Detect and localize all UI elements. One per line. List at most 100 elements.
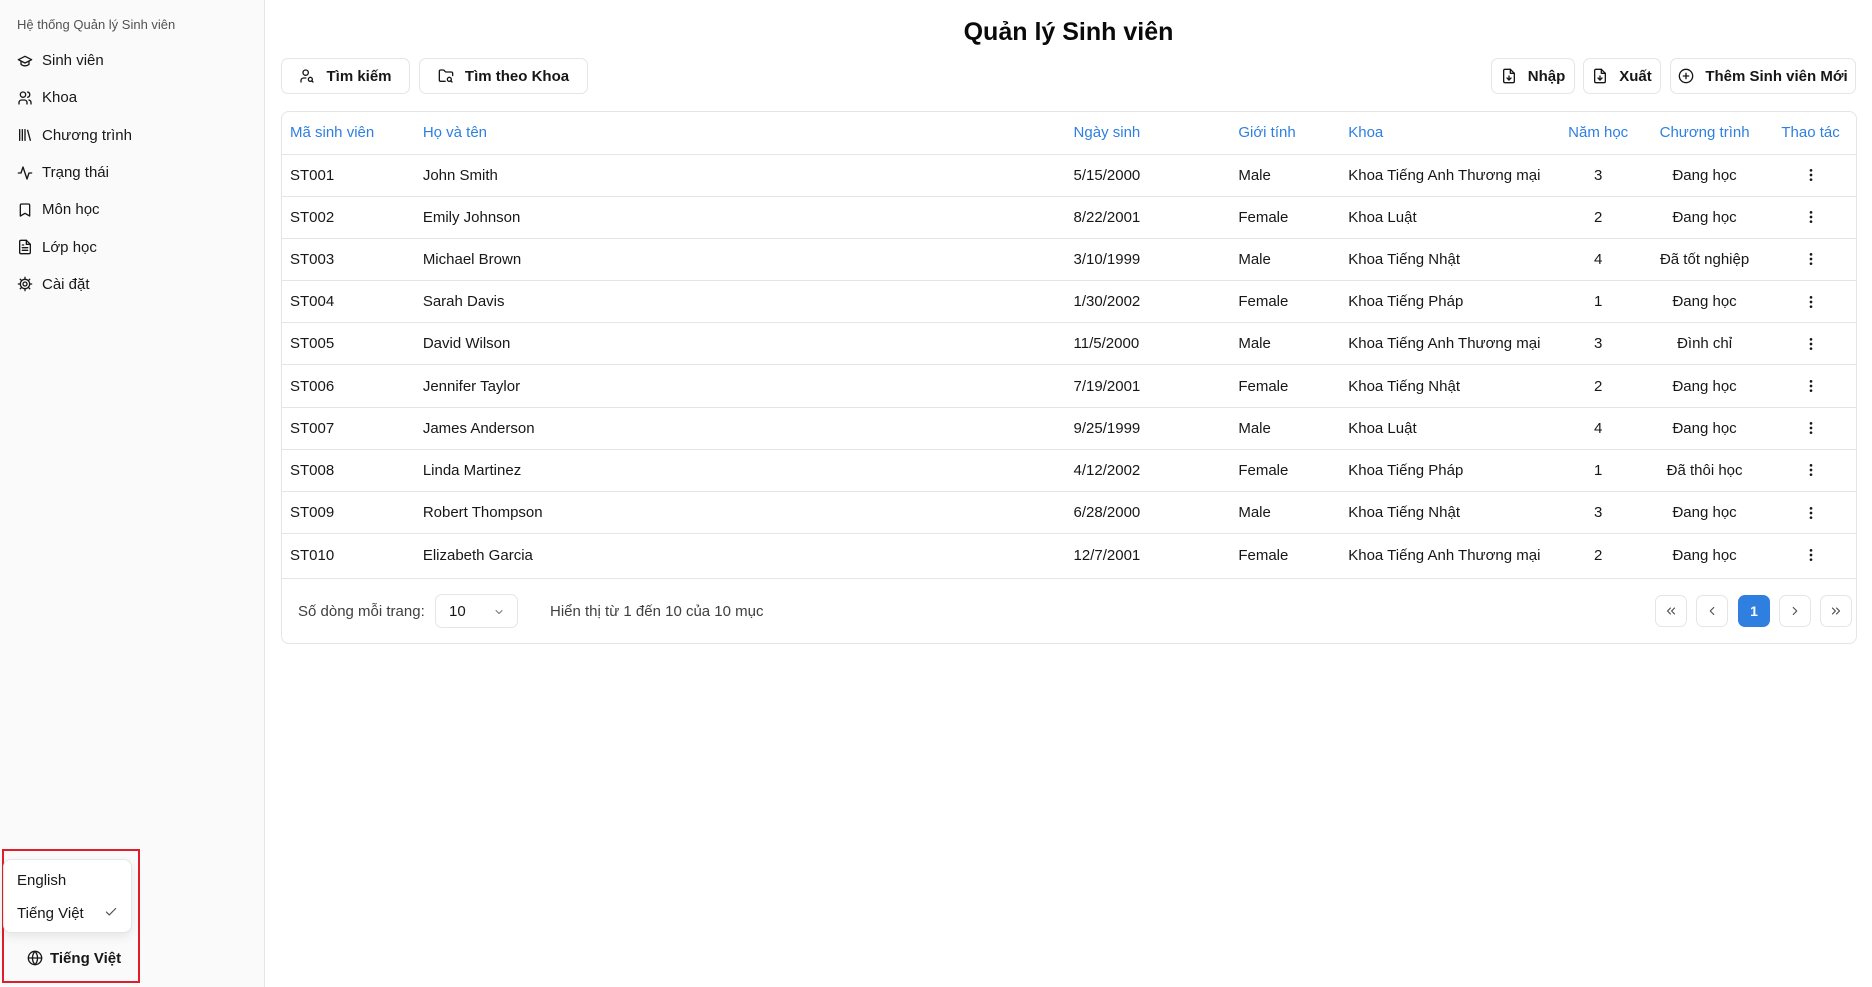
name-cell: Jennifer Taylor xyxy=(422,377,521,395)
name-cell: David Wilson xyxy=(422,335,511,353)
add-student-button[interactable]: Thêm Sinh viên Mới xyxy=(1670,58,1856,94)
actions-cell xyxy=(1765,196,1856,238)
birth-date-cell: 12/7/2001 xyxy=(1073,546,1141,564)
column-header-full-name[interactable]: Họ và tên xyxy=(415,112,1066,154)
table-body: ST001 John Smith 5/15/2000 Male Khoa Tiếng A… xyxy=(282,154,1856,576)
chevron-left-icon xyxy=(1709,606,1715,616)
chevron-down-icon xyxy=(495,610,503,614)
faculty-cell: Khoa Luật xyxy=(1348,208,1417,226)
faculty-cell: Khoa Tiếng Anh Thương mại xyxy=(1348,166,1541,184)
page-title: Quản lý Sinh viên xyxy=(963,18,1174,46)
more-vertical-icon xyxy=(1809,211,1812,224)
column-header-year[interactable]: Năm học xyxy=(1552,112,1644,154)
sidebar-item-label: Chương trình xyxy=(42,126,132,144)
row-actions-button[interactable] xyxy=(1796,371,1826,401)
actions-cell xyxy=(1765,154,1856,196)
table-row: ST004 Sarah Davis 1/30/2002 Female Khoa Tiến… xyxy=(282,280,1856,323)
column-header-program-status[interactable]: Chương trình xyxy=(1644,112,1765,154)
first-page-button[interactable] xyxy=(1655,595,1687,627)
check-icon xyxy=(104,905,118,923)
row-actions-button[interactable] xyxy=(1796,244,1826,274)
file-export-icon xyxy=(1594,68,1607,84)
export-button[interactable]: Xuất xyxy=(1583,58,1661,94)
table-row: ST001 John Smith 5/15/2000 Male Khoa Tiếng A… xyxy=(282,154,1856,196)
sidebar-item-label: Môn học xyxy=(42,201,100,219)
activity-icon xyxy=(17,165,33,181)
users-icon xyxy=(17,90,33,106)
language-option-english[interactable]: English xyxy=(8,864,127,897)
file-import-icon xyxy=(1502,68,1515,84)
sidebar-item-students[interactable]: Sinh viên xyxy=(10,42,250,79)
sidebar-nav: Sinh viên Khoa Chương trình Trạng thái M… xyxy=(10,42,250,303)
graduation-cap-icon xyxy=(17,53,33,69)
row-actions-button[interactable] xyxy=(1796,498,1826,528)
status-cell: Đang học xyxy=(1672,293,1737,311)
search-by-faculty-button[interactable]: Tìm theo Khoa xyxy=(419,58,588,94)
students-table: Mã sinh viên Họ và tên Ngày sinh Giới tính K… xyxy=(282,112,1856,576)
row-actions-button[interactable] xyxy=(1796,160,1826,190)
gender-cell: Male xyxy=(1238,250,1271,268)
last-page-button[interactable] xyxy=(1820,595,1852,627)
language-option-label: English xyxy=(17,872,67,889)
sidebar-item-status[interactable]: Trạng thái xyxy=(10,154,250,191)
year-cell: 2 xyxy=(1593,208,1603,226)
next-page-button[interactable] xyxy=(1779,595,1811,627)
more-vertical-icon xyxy=(1809,295,1812,308)
faculty-cell: Khoa Tiếng Anh Thương mại xyxy=(1348,335,1541,353)
export-button-label: Xuất xyxy=(1619,67,1652,85)
import-button-label: Nhập xyxy=(1527,67,1566,85)
gender-cell: Female xyxy=(1238,461,1289,479)
student-id-cell: ST006 xyxy=(290,377,335,395)
column-header-actions[interactable]: Thao tác xyxy=(1765,112,1856,154)
student-id-cell: ST002 xyxy=(290,208,335,226)
table-row: ST009 Robert Thompson 6/28/2000 Male Khoa Ti… xyxy=(282,491,1856,534)
sidebar-item-subjects[interactable]: Môn học xyxy=(10,191,250,228)
language-option-vietnamese[interactable]: Tiếng Việt xyxy=(8,897,127,930)
column-header-faculty[interactable]: Khoa xyxy=(1340,112,1552,154)
table-row: ST010 Elizabeth Garcia 12/7/2001 Female Khoa… xyxy=(282,533,1856,576)
rows-per-page-value: 10 xyxy=(449,602,466,620)
page-button-current[interactable]: 1 xyxy=(1738,595,1770,627)
status-cell: Đang học xyxy=(1672,208,1737,226)
import-button[interactable]: Nhập xyxy=(1491,58,1575,94)
sidebar-item-classes[interactable]: Lớp học xyxy=(10,228,250,265)
sidebar-item-programs[interactable]: Chương trình xyxy=(10,117,250,154)
column-header-birth-date[interactable]: Ngày sinh xyxy=(1066,112,1231,154)
actions-cell xyxy=(1765,407,1856,449)
table-header-row: Mã sinh viên Họ và tên Ngày sinh Giới tính K… xyxy=(282,112,1856,154)
column-header-gender[interactable]: Giới tính xyxy=(1230,112,1340,154)
column-header-student-id[interactable]: Mã sinh viên xyxy=(282,112,415,154)
search-button[interactable]: Tìm kiếm xyxy=(281,58,410,94)
table-row: ST006 Jennifer Taylor 7/19/2001 Female Khoa … xyxy=(282,364,1856,407)
more-vertical-icon xyxy=(1809,169,1812,182)
row-actions-button[interactable] xyxy=(1796,455,1826,485)
birth-date-cell: 11/5/2000 xyxy=(1073,335,1140,353)
language-switcher-button[interactable]: Tiếng Việt xyxy=(18,944,130,972)
chevrons-right-icon xyxy=(1831,607,1841,615)
name-cell: Emily Johnson xyxy=(422,208,521,226)
gender-cell: Male xyxy=(1238,504,1271,522)
birth-date-cell: 3/10/1999 xyxy=(1073,250,1141,268)
row-actions-button[interactable] xyxy=(1796,287,1826,317)
year-cell: 2 xyxy=(1593,377,1603,395)
faculty-cell: Khoa Tiếng Nhật xyxy=(1348,504,1460,522)
gender-cell: Male xyxy=(1238,166,1271,184)
actions-cell xyxy=(1765,281,1856,323)
search-button-label: Tìm kiếm xyxy=(326,67,392,85)
row-actions-button[interactable] xyxy=(1796,413,1826,443)
sidebar-item-settings[interactable]: Cài đặt xyxy=(10,266,250,303)
row-actions-button[interactable] xyxy=(1796,202,1826,232)
rows-per-page-select[interactable]: 10 xyxy=(435,594,518,628)
gender-cell: Female xyxy=(1238,377,1289,395)
birth-date-cell: 6/28/2000 xyxy=(1073,504,1141,522)
row-actions-button[interactable] xyxy=(1796,540,1826,570)
gender-cell: Female xyxy=(1238,293,1289,311)
row-actions-button[interactable] xyxy=(1796,329,1826,359)
year-cell: 4 xyxy=(1593,419,1603,437)
previous-page-button[interactable] xyxy=(1696,595,1728,627)
gender-cell: Female xyxy=(1238,208,1289,226)
actions-cell xyxy=(1765,238,1856,280)
status-cell: Đang học xyxy=(1672,546,1737,564)
gender-cell: Female xyxy=(1238,546,1289,564)
sidebar-item-faculty[interactable]: Khoa xyxy=(10,79,250,116)
